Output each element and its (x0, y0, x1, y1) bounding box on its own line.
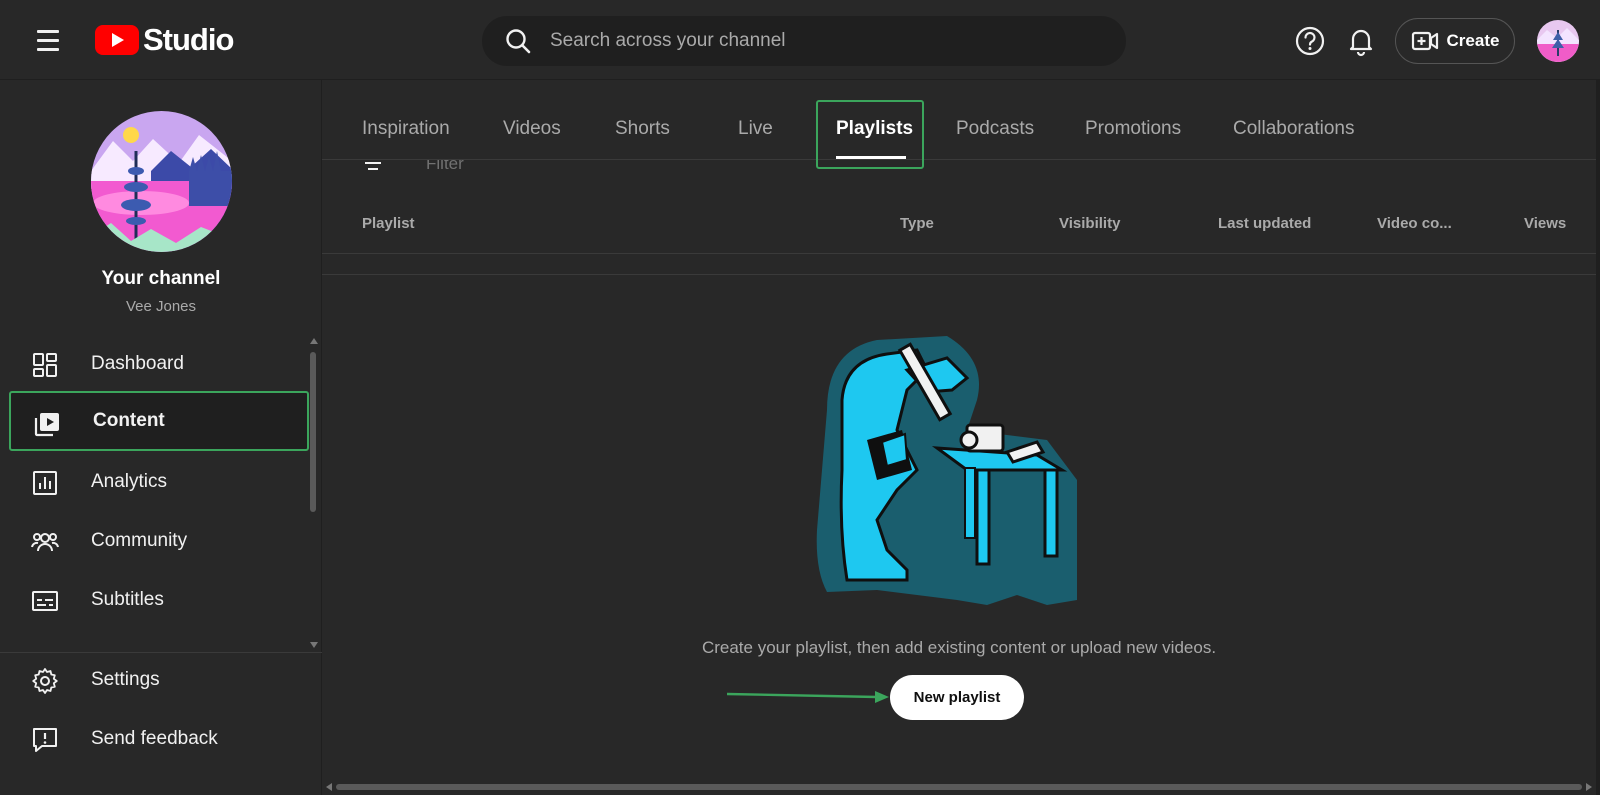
analytics-icon (33, 471, 57, 495)
channel-avatar[interactable] (91, 111, 232, 252)
main-content: Inspiration Videos Shorts Live Playlists… (322, 80, 1596, 795)
channel-avatar-illustration (91, 111, 232, 252)
column-header-video-count[interactable]: Video co... (1377, 215, 1452, 232)
create-label: Create (1446, 31, 1500, 50)
channel-name: Vee Jones (125, 298, 197, 315)
feedback-icon (33, 728, 57, 752)
column-header-playlist[interactable]: Playlist (362, 215, 415, 232)
account-avatar[interactable] (1537, 20, 1579, 62)
create-video-icon (1411, 31, 1438, 51)
create-button[interactable]: Create (1395, 18, 1515, 64)
sidebar-item-label: Community (91, 530, 188, 551)
avatar-landscape-icon (1537, 20, 1579, 62)
sidebar-item-subtitles[interactable]: Subtitles (9, 570, 309, 630)
search-bar[interactable] (482, 16, 1126, 66)
sidebar-item-label: Subtitles (91, 589, 164, 610)
column-header-views[interactable]: Views (1524, 215, 1566, 232)
youtube-logo-icon (95, 25, 139, 55)
top-header: Studio Create (0, 0, 1600, 80)
youtube-studio-logo[interactable]: Studio (95, 22, 234, 58)
column-header-last-updated[interactable]: Last updated (1218, 215, 1311, 232)
content-icon (34, 413, 59, 437)
window-edge (1596, 80, 1600, 795)
new-playlist-button[interactable]: New playlist (890, 675, 1024, 720)
scroll-right-arrow-icon[interactable] (1586, 783, 1592, 791)
tab-live[interactable]: Live (738, 118, 773, 140)
sidebar-item-label: Analytics (91, 471, 168, 492)
content-tabs: Inspiration Videos Shorts Live Playlists… (322, 80, 1596, 169)
notifications-bell-icon[interactable] (1344, 24, 1378, 58)
table-header-divider (322, 253, 1596, 254)
sidebar-item-settings[interactable]: Settings (9, 650, 309, 710)
empty-state-message: Create your playlist, then add existing … (701, 638, 1217, 657)
dashboard-icon (33, 353, 57, 377)
scroll-down-arrow-icon[interactable] (310, 642, 318, 648)
column-header-visibility[interactable]: Visibility (1059, 215, 1120, 232)
gear-icon (32, 668, 58, 694)
filter-divider (322, 274, 1596, 275)
search-input[interactable] (550, 30, 1070, 52)
hamburger-menu-icon[interactable] (28, 22, 68, 58)
empty-state-illustration (816, 336, 1077, 605)
tab-collaborations[interactable]: Collaborations (1233, 118, 1354, 140)
help-icon[interactable] (1293, 24, 1327, 58)
scroll-up-arrow-icon[interactable] (310, 338, 318, 344)
sidebar-scroll-thumb[interactable] (310, 352, 316, 512)
annotation-arrow-icon (727, 691, 889, 703)
studio-wordmark: Studio (143, 22, 234, 57)
sidebar: Your channel Vee Jones Dashboard Content… (0, 80, 322, 795)
tab-inspiration[interactable]: Inspiration (362, 118, 450, 140)
column-header-type[interactable]: Type (900, 215, 934, 232)
tab-videos[interactable]: Videos (503, 118, 561, 140)
horizontal-scroll-thumb[interactable] (336, 784, 1582, 790)
sidebar-item-content[interactable]: Content (9, 391, 309, 451)
filter-input[interactable]: Filter (426, 160, 464, 174)
community-icon (31, 533, 59, 552)
channel-title: Your channel (101, 268, 221, 289)
horizontal-scrollbar[interactable] (322, 781, 1596, 793)
subtitles-icon (32, 591, 58, 611)
search-icon (506, 29, 531, 54)
sidebar-item-community[interactable]: Community (9, 511, 309, 571)
sidebar-item-label: Content (93, 410, 165, 431)
sidebar-item-dashboard[interactable]: Dashboard (9, 334, 309, 394)
sidebar-item-label: Settings (91, 669, 160, 690)
sidebar-item-label: Dashboard (91, 353, 184, 374)
tab-promotions[interactable]: Promotions (1085, 118, 1181, 140)
sidebar-item-send-feedback[interactable]: Send feedback (9, 709, 309, 769)
tab-shorts[interactable]: Shorts (615, 118, 670, 140)
sidebar-item-label: Send feedback (91, 728, 218, 749)
filter-icon[interactable] (362, 160, 384, 174)
annotation-highlight-box (816, 100, 924, 169)
sidebar-item-analytics[interactable]: Analytics (9, 452, 309, 512)
scroll-left-arrow-icon[interactable] (326, 783, 332, 791)
tab-podcasts[interactable]: Podcasts (956, 118, 1034, 140)
